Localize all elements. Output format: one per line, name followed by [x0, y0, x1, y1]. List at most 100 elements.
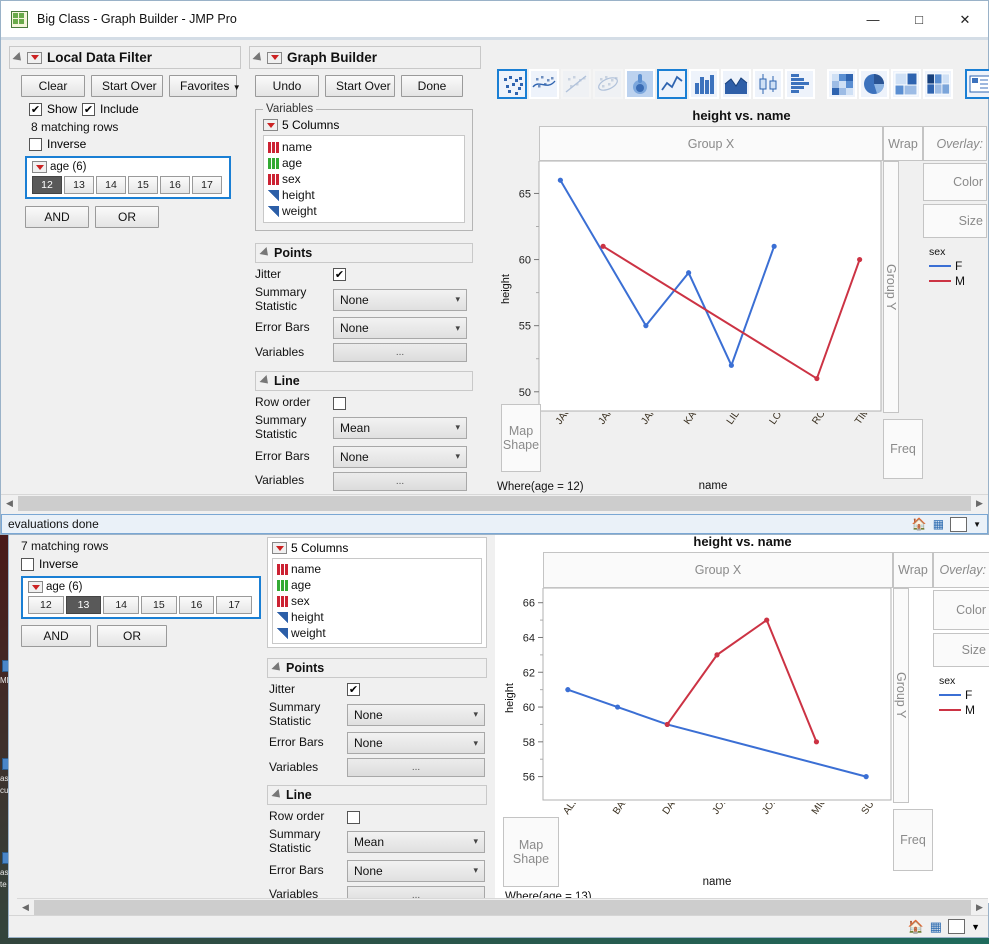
group-y-zone-2[interactable]: Group Y	[893, 588, 909, 803]
age-level-16[interactable]: 16	[160, 176, 190, 194]
scroll-left-icon-2[interactable]: ◀	[17, 902, 34, 913]
age-level-14[interactable]: 14	[96, 176, 126, 194]
columns-menu-icon[interactable]	[263, 119, 278, 131]
done-button[interactable]: Done	[401, 75, 463, 97]
age-level-12[interactable]: 12	[28, 596, 64, 614]
and-button-2[interactable]: AND	[21, 625, 91, 647]
home-icon-2[interactable]: 🏠	[908, 919, 924, 935]
data-table-icon-1[interactable]: ▦	[933, 517, 944, 531]
filter-menu-icon[interactable]	[32, 161, 47, 173]
line-icon[interactable]	[657, 69, 687, 99]
show-checkbox[interactable]: ✔	[29, 103, 42, 116]
area-icon[interactable]	[721, 69, 751, 99]
disclosure-icon[interactable]	[252, 51, 264, 63]
close-button[interactable]: ✕	[942, 1, 988, 38]
histogram-icon[interactable]	[785, 69, 815, 99]
points-variables-button[interactable]: ...	[333, 343, 467, 362]
age-level-15[interactable]: 15	[128, 176, 158, 194]
disclosure-icon[interactable]	[259, 375, 271, 387]
points-summary-select[interactable]: None▾	[333, 289, 467, 311]
column-item-sex-2[interactable]: sex	[277, 593, 477, 609]
freq-zone-2[interactable]: Freq	[893, 809, 933, 871]
or-button-2[interactable]: OR	[97, 625, 167, 647]
color-swatch-1[interactable]	[950, 517, 967, 532]
home-icon-1[interactable]: 🏠	[912, 517, 927, 531]
column-item-sex[interactable]: sex	[268, 171, 460, 187]
scroll-right-icon-1[interactable]: ▶	[971, 498, 988, 509]
column-item-name-2[interactable]: name	[277, 561, 477, 577]
age-level-17[interactable]: 17	[192, 176, 222, 194]
scroll-track-1[interactable]	[18, 496, 971, 511]
age-level-16[interactable]: 16	[179, 596, 215, 614]
group-y-zone-1[interactable]: Group Y	[883, 161, 899, 413]
column-item-name[interactable]: name	[268, 139, 460, 155]
ellipse-icon[interactable]	[593, 69, 623, 99]
filter-panel-menu-icon[interactable]	[27, 52, 42, 64]
color-swatch-2[interactable]	[948, 919, 965, 934]
contour-icon[interactable]	[625, 69, 655, 99]
inverse-checkbox-row[interactable]: Inverse	[9, 137, 241, 151]
or-button[interactable]: OR	[95, 206, 159, 228]
legend-entry-m-2[interactable]: M	[939, 703, 989, 717]
line-errorbars-select-2[interactable]: None▾	[347, 860, 485, 882]
undo-button[interactable]: Undo	[255, 75, 319, 97]
include-checkbox[interactable]: ✔	[82, 103, 95, 116]
size-zone-2[interactable]: Size	[933, 633, 989, 667]
disclosure-icon[interactable]	[271, 662, 283, 674]
inverse-checkbox-2[interactable]	[21, 558, 34, 571]
color-zone-2[interactable]: Color	[933, 590, 989, 630]
line-summary-select-2[interactable]: Mean▾	[347, 831, 485, 853]
points-errorbars-select[interactable]: None▾	[333, 317, 467, 339]
row-order-checkbox-2[interactable]	[347, 811, 360, 824]
map-shape-zone-2[interactable]: Map Shape	[503, 817, 559, 887]
group-x-zone-1[interactable]: Group X	[539, 126, 883, 161]
box-plot-icon[interactable]	[753, 69, 783, 99]
start-over-button[interactable]: Start Over	[91, 75, 163, 97]
columns-menu-icon-2[interactable]	[272, 542, 287, 554]
map-shape-zone-1[interactable]: Map Shape	[501, 404, 541, 472]
caption-box-icon[interactable]	[965, 69, 989, 99]
line-section-header-2[interactable]: Line	[267, 785, 487, 805]
points-variables-button-2[interactable]: ...	[347, 758, 485, 777]
line-variables-button[interactable]: ...	[333, 472, 467, 491]
wrap-zone-1[interactable]: Wrap	[883, 126, 923, 161]
age-level-17[interactable]: 17	[216, 596, 252, 614]
line-section-header[interactable]: Line	[255, 371, 473, 391]
column-item-weight-2[interactable]: weight	[277, 625, 477, 641]
and-button[interactable]: AND	[25, 206, 89, 228]
horizontal-scrollbar-1[interactable]: ◀ ▶	[1, 494, 988, 511]
age-level-15[interactable]: 15	[141, 596, 177, 614]
disclosure-icon[interactable]	[259, 247, 271, 259]
smoother-icon[interactable]	[529, 69, 559, 99]
data-table-icon-2[interactable]: ▦	[930, 919, 942, 935]
maximize-button[interactable]: □	[896, 1, 942, 38]
points-icon[interactable]	[497, 69, 527, 99]
jitter-checkbox-2[interactable]: ✔	[347, 683, 360, 696]
graph-builder-window-primary[interactable]: Big Class - Graph Builder - JMP Pro — □ …	[0, 0, 989, 535]
points-errorbars-select-2[interactable]: None▾	[347, 732, 485, 754]
line-summary-select[interactable]: Mean▾	[333, 417, 467, 439]
age-filter-box[interactable]: age (6) 12 13 14 15 16 17	[25, 156, 231, 199]
color-zone-1[interactable]: Color	[923, 163, 987, 201]
horizontal-scrollbar-2[interactable]: ◀ ▶	[17, 898, 988, 915]
group-x-zone-2[interactable]: Group X	[543, 552, 893, 588]
graph-panel-header[interactable]: Graph Builder	[249, 46, 481, 69]
column-item-age[interactable]: age	[268, 155, 460, 171]
column-item-height[interactable]: height	[268, 187, 460, 203]
row-order-checkbox[interactable]	[333, 397, 346, 410]
age-level-14[interactable]: 14	[103, 596, 139, 614]
line-of-fit-icon[interactable]	[561, 69, 591, 99]
points-summary-select-2[interactable]: None▾	[347, 704, 485, 726]
clear-button[interactable]: Clear	[21, 75, 85, 97]
bar-icon[interactable]	[689, 69, 719, 99]
swatch-dropdown-icon-2[interactable]: ▼	[971, 922, 980, 932]
scroll-right-icon-2[interactable]: ▶	[971, 902, 988, 913]
age-filter-box-2[interactable]: age (6) 12 13 14 15 16 17	[21, 576, 261, 619]
mosaic-icon[interactable]	[923, 69, 953, 99]
size-zone-1[interactable]: Size	[923, 204, 987, 238]
favorites-button[interactable]: Favorites ▼	[169, 75, 237, 97]
points-section-header[interactable]: Points	[255, 243, 473, 263]
overlay-zone-2[interactable]: Overlay:	[933, 552, 989, 588]
legend-entry-f-1[interactable]: F	[929, 259, 987, 273]
age-level-13[interactable]: 13	[64, 176, 94, 194]
